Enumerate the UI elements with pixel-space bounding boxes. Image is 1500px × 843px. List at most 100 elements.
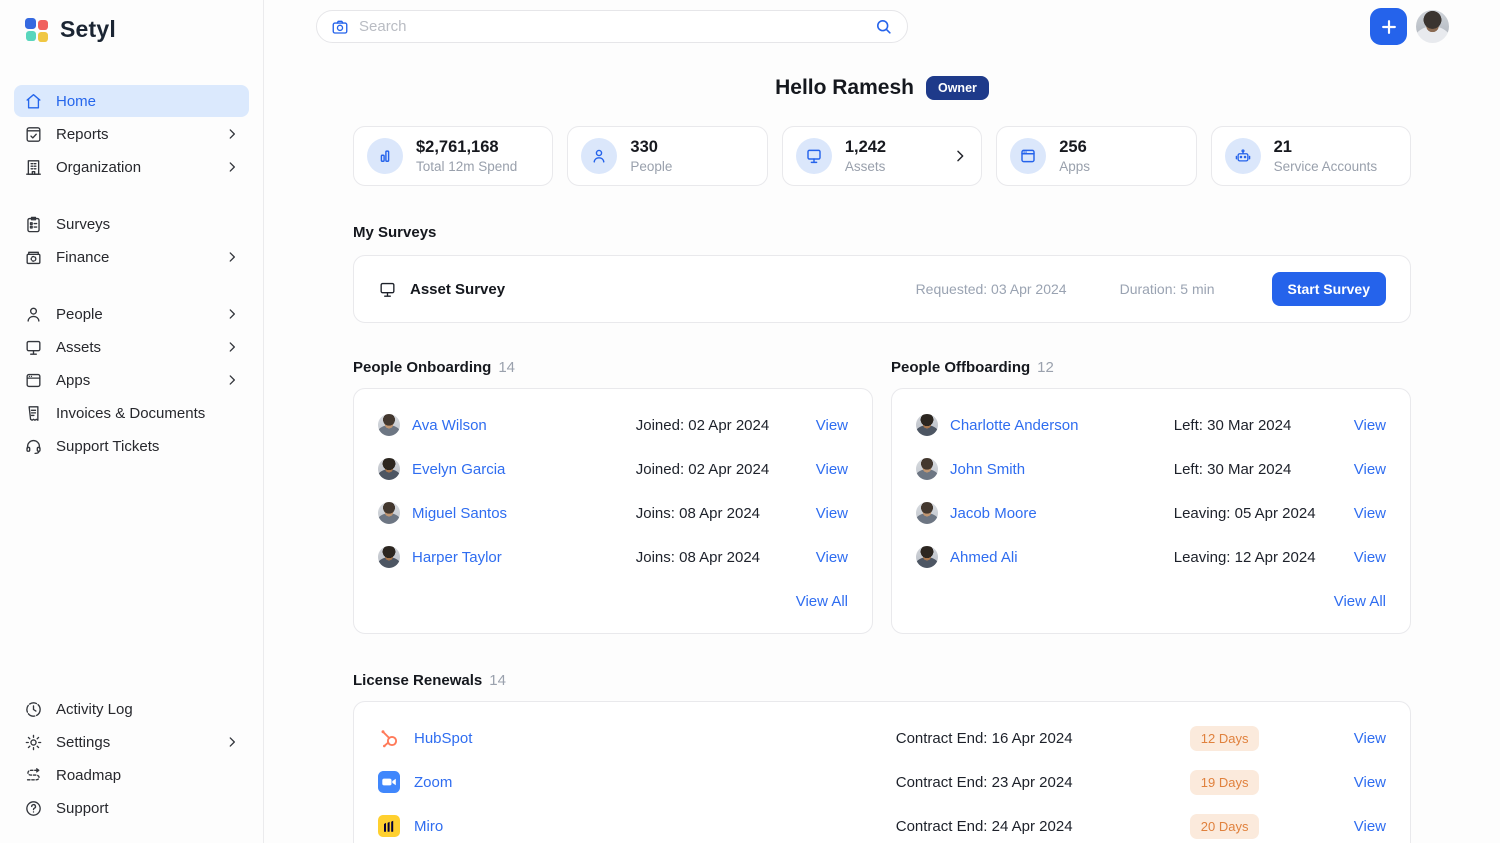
sidebar-item-support[interactable]: Support [14,792,249,824]
search-input[interactable] [359,18,864,35]
renewal-row: Miro Contract End: 24 Apr 2024 20 Days V… [378,804,1386,843]
app-window-icon [1010,138,1046,174]
person-date: Joined: 02 Apr 2024 [636,461,804,478]
app-name-link[interactable]: Miro [414,818,882,835]
view-link[interactable]: View [816,505,848,522]
gear-icon [24,733,43,752]
renewal-row: Zoom Contract End: 23 Apr 2024 19 Days V… [378,760,1386,804]
nav-group-middle-2: People Assets Apps Invoices & Documents … [14,298,249,463]
sidebar-item-settings[interactable]: Settings [14,726,249,758]
surveys-icon [24,215,43,234]
view-link[interactable]: View [816,549,848,566]
stat-card-apps[interactable]: 256 Apps [996,126,1196,186]
view-link[interactable]: View [1354,549,1386,566]
person-name-link[interactable]: Ava Wilson [412,417,624,434]
chevron-right-icon[interactable] [952,148,968,164]
main-area: Hello Ramesh Owner $2,761,168 Total 12m … [264,0,1500,843]
person-date: Leaving: 12 Apr 2024 [1174,549,1342,566]
person-name-link[interactable]: Ahmed Ali [950,549,1162,566]
my-surveys-section: My Surveys Asset Survey Requested: 03 Ap… [353,224,1411,323]
stats-row: $2,761,168 Total 12m Spend 330 People 1,… [353,126,1411,186]
help-circle-icon [24,799,43,818]
person-date: Joins: 08 Apr 2024 [636,549,804,566]
stat-card-service-accounts[interactable]: 21 Service Accounts [1211,126,1411,186]
stat-label: Assets [845,159,886,174]
profile-avatar[interactable] [1416,10,1449,43]
view-link[interactable]: View [816,461,848,478]
reports-icon [24,125,43,144]
people-sections: People Onboarding 14 Ava Wilson Joined: … [353,359,1411,634]
start-survey-button[interactable]: Start Survey [1272,272,1386,306]
view-link[interactable]: View [1354,417,1386,434]
section-count: 14 [498,359,515,376]
days-badge: 19 Days [1190,770,1260,795]
sidebar-item-label: Surveys [56,216,110,233]
sidebar-item-people[interactable]: People [14,298,249,330]
nav-group-bottom: Activity Log Settings Roadmap Support [14,693,249,825]
view-link[interactable]: View [816,417,848,434]
person-name-link[interactable]: Harper Taylor [412,549,624,566]
offboarding-panel: Charlotte Anderson Left: 30 Mar 2024 Vie… [891,388,1411,634]
person-row: Jacob Moore Leaving: 05 Apr 2024 View [916,491,1386,535]
avatar [916,458,938,480]
sidebar-item-label: Support Tickets [56,438,159,455]
owner-badge: Owner [926,76,989,100]
brand-logo[interactable]: Setyl [14,16,249,43]
view-all-link[interactable]: View All [1334,593,1386,610]
add-button[interactable] [1370,8,1407,45]
sidebar-item-support-tickets[interactable]: Support Tickets [14,430,249,462]
stat-card-assets[interactable]: 1,242 Assets [782,126,982,186]
chevron-right-icon [225,735,239,749]
sidebar-item-home[interactable]: Home [14,85,249,117]
stat-value: 21 [1274,138,1378,158]
view-link[interactable]: View [1354,461,1386,478]
search-bar[interactable] [316,10,908,43]
view-link[interactable]: View [1354,818,1386,835]
avatar [378,502,400,524]
person-name-link[interactable]: Jacob Moore [950,505,1162,522]
person-date: Joins: 08 Apr 2024 [636,505,804,522]
camera-icon[interactable] [331,18,349,36]
hubspot-logo [378,727,400,749]
sidebar-item-invoices-documents[interactable]: Invoices & Documents [14,397,249,429]
avatar [378,414,400,436]
sidebar-item-finance[interactable]: Finance [14,241,249,273]
view-all-link[interactable]: View All [796,593,848,610]
sidebar-item-surveys[interactable]: Surveys [14,208,249,240]
person-date: Leaving: 05 Apr 2024 [1174,505,1342,522]
person-name-link[interactable]: John Smith [950,461,1162,478]
person-name-link[interactable]: Charlotte Anderson [950,417,1162,434]
avatar [916,502,938,524]
section-title: People Offboarding [891,359,1030,376]
chevron-right-icon [225,127,239,141]
person-row: Harper Taylor Joins: 08 Apr 2024 View [378,535,848,579]
app-name-link[interactable]: HubSpot [414,730,882,747]
sidebar-item-organization[interactable]: Organization [14,151,249,183]
sidebar-item-roadmap[interactable]: Roadmap [14,759,249,791]
sidebar-item-label: People [56,306,103,323]
chevron-right-icon [225,340,239,354]
person-date: Left: 30 Mar 2024 [1174,417,1342,434]
sidebar-item-label: Reports [56,126,109,143]
view-link[interactable]: View [1354,730,1386,747]
sidebar-item-label: Settings [56,734,110,751]
person-name-link[interactable]: Miguel Santos [412,505,624,522]
sidebar-item-apps[interactable]: Apps [14,364,249,396]
activity-log-icon [24,700,43,719]
monitor-icon [796,138,832,174]
search-icon[interactable] [874,17,893,36]
stat-card-people[interactable]: 330 People [567,126,767,186]
brand-name: Setyl [60,16,116,43]
person-row: Miguel Santos Joins: 08 Apr 2024 View [378,491,848,535]
sidebar-item-activity-log[interactable]: Activity Log [14,693,249,725]
view-link[interactable]: View [1354,774,1386,791]
survey-name: Asset Survey [410,281,505,298]
sidebar-item-reports[interactable]: Reports [14,118,249,150]
stat-card-spend[interactable]: $2,761,168 Total 12m Spend [353,126,553,186]
view-link[interactable]: View [1354,505,1386,522]
app-name-link[interactable]: Zoom [414,774,882,791]
section-count: 14 [489,672,506,689]
sidebar-item-assets[interactable]: Assets [14,331,249,363]
contract-end: Contract End: 24 Apr 2024 [896,818,1176,835]
person-name-link[interactable]: Evelyn Garcia [412,461,624,478]
